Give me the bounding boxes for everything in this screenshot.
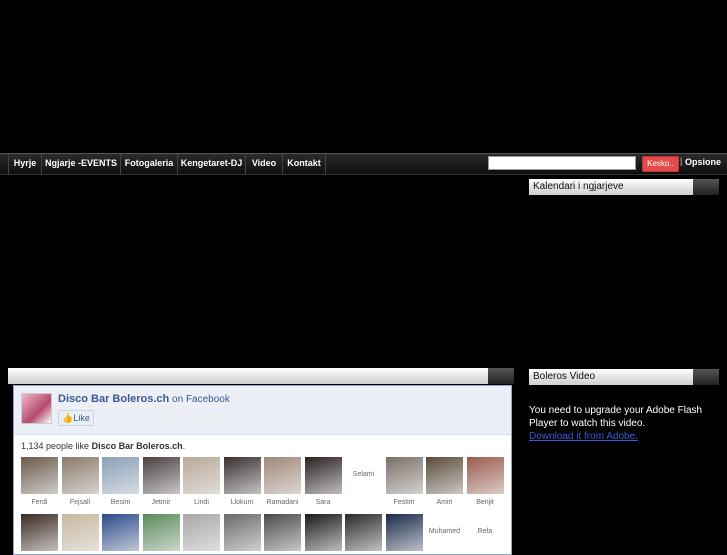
fan-avatar[interactable] <box>102 514 139 551</box>
fan-name[interactable]: Festim <box>384 499 425 506</box>
nav-item-hyrje[interactable]: Hyrje <box>8 154 41 174</box>
fan-name[interactable]: Lindi <box>181 499 222 506</box>
search-button[interactable]: Kesko.. <box>642 156 679 172</box>
fan-avatar[interactable] <box>142 514 180 551</box>
fan-avatar[interactable] <box>142 457 180 494</box>
nav-item-kontakt[interactable]: Kontakt <box>282 154 326 174</box>
fan-avatar[interactable] <box>466 457 504 494</box>
fan-name[interactable]: Ramadani <box>262 499 303 506</box>
video-title: Boleros Video <box>533 371 596 382</box>
fan-name[interactable]: Rela <box>465 528 506 535</box>
like-button[interactable]: 👍Like <box>58 410 94 426</box>
fan-avatar[interactable] <box>21 457 58 494</box>
calendar-box-header: Kalendari i ngjarjeve <box>529 179 719 195</box>
main-box-header <box>8 368 514 384</box>
facebook-header: Disco Bar Boleros.ch on Facebook 👍Like <box>14 386 511 435</box>
fan-avatar[interactable] <box>345 514 382 551</box>
fan-avatar[interactable] <box>61 514 99 551</box>
fan-name[interactable]: Besim <box>100 499 141 506</box>
like-count-suffix: . <box>182 441 186 451</box>
fan-name[interactable]: Jetmir <box>141 499 182 506</box>
fan-name[interactable]: Amiri <box>424 499 465 506</box>
flash-message: You need to upgrade your Adobe Flash Pla… <box>529 404 724 443</box>
fan-name[interactable]: Selami <box>343 471 384 478</box>
fan-name[interactable]: Sara <box>303 499 344 506</box>
fan-name[interactable]: Fejsall <box>60 499 101 506</box>
fan-name[interactable]: Benjit <box>465 499 506 506</box>
like-label: Like <box>73 413 90 423</box>
video-box-header: Boleros Video <box>529 369 719 385</box>
fan-avatar[interactable] <box>264 514 301 551</box>
flash-message-text: You need to upgrade your Adobe Flash Pla… <box>529 405 703 429</box>
fan-avatar[interactable] <box>385 514 423 551</box>
header-cap <box>488 368 514 384</box>
fan-avatar[interactable] <box>426 457 463 494</box>
on-facebook-label: on Facebook <box>172 394 230 405</box>
nav-item-video[interactable]: Video <box>245 154 282 174</box>
options-link[interactable]: Opsione <box>685 157 721 167</box>
thumbs-up-icon: 👍 <box>62 413 74 423</box>
fan-avatar[interactable] <box>21 514 58 551</box>
fan-avatar[interactable] <box>61 457 99 494</box>
fan-avatar[interactable] <box>385 457 423 494</box>
adobe-download-link[interactable]: Download it from Adobe. <box>529 430 724 443</box>
fan-avatar[interactable] <box>183 457 220 494</box>
page-avatar[interactable] <box>21 393 52 424</box>
fan-avatar[interactable] <box>304 514 342 551</box>
fan-name[interactable]: Ferdi <box>19 499 60 506</box>
fan-avatar[interactable] <box>264 457 301 494</box>
fan-avatar[interactable] <box>304 457 342 494</box>
fan-name[interactable]: Muhamed <box>424 528 465 535</box>
nav-item-events[interactable]: Ngjarje -EVENTS <box>41 154 120 174</box>
like-count-page[interactable]: Disco Bar Boleros.ch <box>92 441 183 451</box>
page-name[interactable]: Disco Bar Boleros.ch <box>58 393 169 405</box>
nav-item-kengetaret[interactable]: Kengetaret-DJ <box>177 154 245 174</box>
page-title[interactable]: Disco Bar Boleros.ch on Facebook <box>58 393 230 405</box>
fan-avatar[interactable] <box>223 514 261 551</box>
header-cap <box>693 369 719 385</box>
header-cap <box>693 179 719 195</box>
nav-separator: | <box>680 156 683 166</box>
fan-avatar[interactable] <box>223 457 261 494</box>
fan-avatar[interactable] <box>183 514 220 551</box>
search-input[interactable] <box>488 156 636 170</box>
nav-item-fotogaleria[interactable]: Fotogaleria <box>120 154 177 174</box>
fan-avatar[interactable] <box>102 457 139 494</box>
calendar-title: Kalendari i ngjarjeve <box>533 181 624 192</box>
facebook-like-box: Disco Bar Boleros.ch on Facebook 👍Like 1… <box>13 385 512 555</box>
like-count: 1,134 people like Disco Bar Boleros.ch. <box>21 441 185 451</box>
fan-name[interactable]: Llokum <box>222 499 263 506</box>
like-count-prefix: 1,134 people like <box>21 441 90 451</box>
